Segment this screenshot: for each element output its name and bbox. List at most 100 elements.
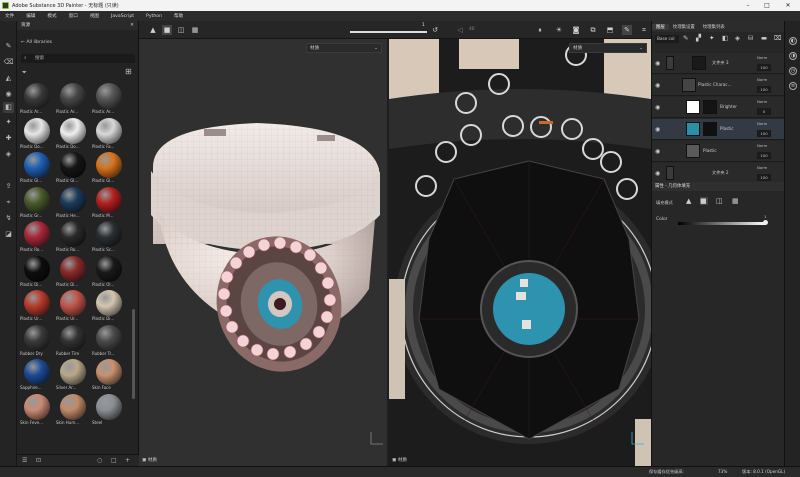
material-thumbnail[interactable]: Plastic Di... (56, 255, 90, 288)
filter-icon[interactable]: ⛁ (748, 34, 753, 42)
minimize-icon[interactable]: – (741, 0, 755, 11)
tab-texture-set-settings[interactable]: 纹理集设置 (669, 24, 699, 30)
menu-javascript[interactable]: JavaScript (111, 14, 134, 19)
clone-icon[interactable]: ✚ (3, 133, 14, 144)
brush-icon[interactable]: ✎ (683, 34, 688, 42)
material-thumbnail[interactable]: Plastic Ur... (56, 290, 90, 322)
layer-row[interactable]: ◉ Brighter Norm 0 (652, 97, 785, 118)
layer-opacity[interactable]: 100 (757, 174, 771, 181)
add-icon[interactable]: + (125, 457, 130, 464)
measure-icon[interactable]: ⌖ (3, 197, 14, 208)
eye-icon[interactable]: ◉ (655, 148, 660, 155)
layer-opacity[interactable]: 100 (757, 152, 771, 159)
path-icon[interactable]: ↯ (3, 213, 14, 224)
material-thumbnail[interactable]: Plastic Gl... (92, 152, 126, 184)
layer-blend[interactable]: Norm (757, 99, 767, 104)
layer-row[interactable]: ◉ 文件夹 2 Norm 100 (652, 163, 785, 184)
reset-icon[interactable]: ↺ (430, 25, 440, 35)
library-selector[interactable]: ← All libraries (21, 40, 52, 45)
eye-icon[interactable]: ◉ (655, 126, 660, 133)
pause-icon[interactable]: ⏸ (535, 25, 545, 35)
material-thumbnail[interactable]: Plastic Do... (20, 117, 54, 150)
material-thumbnail[interactable]: Plastic Gl... (20, 152, 54, 184)
fill-layer-icon[interactable]: ▞ (696, 34, 701, 42)
close-panel-icon[interactable]: ✕ (130, 21, 134, 30)
triangle-fill-icon[interactable]: ▲ (686, 197, 694, 205)
material-thumbnail[interactable]: Plastic Sc... (92, 221, 126, 253)
material-thumbnail[interactable]: Plastic Do... (56, 117, 90, 150)
material-thumbnail[interactable]: Plastic Ar... (92, 83, 126, 115)
eye-icon[interactable]: ◉ (655, 170, 660, 177)
menu-window[interactable]: 窗口 (69, 13, 78, 19)
layer-row[interactable]: ◉ Plastic Norm 100 (652, 141, 785, 162)
channel-select[interactable]: Base col (655, 35, 679, 43)
asset-scrollbar[interactable] (132, 309, 135, 399)
projection-icon[interactable]: ◭ (3, 73, 14, 84)
material-thumbnail[interactable]: Skin Face (92, 359, 126, 391)
display-settings-icon[interactable]: ⧉ (588, 25, 598, 35)
annotation-icon[interactable]: ◪ (3, 229, 14, 240)
grid-view-icon[interactable]: ⊞ (125, 68, 132, 76)
mask-icon[interactable]: ◧ (722, 34, 728, 42)
material-thumbnail[interactable]: Plastic He... (56, 186, 90, 219)
square-icon[interactable]: □ (111, 457, 117, 464)
material-thumbnail[interactable]: Silver Ar... (56, 359, 90, 391)
generator-icon[interactable]: ◈ (735, 34, 740, 42)
polygon-fill-icon[interactable]: ◧ (3, 102, 14, 113)
eraser-icon[interactable]: ⌫ (3, 57, 14, 68)
color-slider[interactable] (678, 222, 766, 225)
polygon-fill-icon[interactable]: ■ (700, 197, 708, 205)
tab-texture-set-list[interactable]: 纹理集列表 (699, 24, 729, 30)
layer-row[interactable]: ◉ Plastic Charac... Norm 100 (652, 75, 785, 96)
paint-mode-icon[interactable]: ✎ (622, 25, 632, 35)
layer-opacity[interactable]: 100 (757, 86, 771, 93)
polygon-mode-icon[interactable]: ■ (162, 25, 172, 35)
material-thumbnail[interactable]: Plastic Ur... (20, 290, 54, 322)
filter-icon[interactable]: ⏷ (22, 69, 27, 77)
delete-icon[interactable]: ⌧ (774, 34, 782, 42)
mesh-fill-icon[interactable]: ◫ (716, 197, 724, 205)
log-icon[interactable]: ≡ (789, 82, 797, 90)
layer-row[interactable]: ◉ 文件夹 3 Norm 100 (652, 53, 785, 74)
symmetry-icon[interactable]: ◁ (455, 25, 465, 35)
material-thumbnail[interactable]: Plastic Di... (92, 290, 126, 322)
list-view-icon[interactable]: ☰ (22, 457, 27, 464)
effects-icon[interactable]: ✦ (709, 34, 714, 42)
menu-file[interactable]: 文件 (5, 13, 14, 19)
layer-row-selected[interactable]: ◉ Plastic Norm 100 (652, 119, 785, 140)
layer-opacity[interactable]: 0 (757, 108, 771, 115)
material-thumbnail[interactable]: Rubber Tr... (92, 324, 126, 357)
layer-blend[interactable]: Norm (757, 121, 767, 126)
render-icon[interactable]: ⬒ (605, 25, 615, 35)
camera-icon[interactable]: ◙ (571, 25, 581, 35)
menu-python[interactable]: Python (146, 14, 162, 19)
layer-blend[interactable]: Norm (757, 55, 767, 60)
color-picker-icon[interactable]: ◈ (3, 149, 14, 160)
color-slider-knob[interactable] (763, 220, 768, 225)
brush-size-slider[interactable] (350, 31, 427, 33)
history-icon[interactable]: ◷ (789, 67, 797, 75)
eye-icon[interactable]: ◉ (655, 60, 660, 67)
triangle-icon[interactable]: ▲ (148, 25, 158, 35)
circle-icon[interactable]: ○ (97, 457, 102, 464)
menu-help[interactable]: 帮助 (174, 13, 183, 19)
smudge-icon[interactable]: ✦ (3, 117, 14, 128)
eye-icon[interactable]: ◉ (655, 82, 660, 89)
viewport-uv[interactable]: 材质 ⌄ ▣ 材质 (389, 39, 651, 466)
asset-search-input[interactable]: ⌕ 搜索 (21, 54, 135, 63)
material-thumbnail[interactable]: Plastic Ar... (20, 83, 54, 115)
material-thumbnail[interactable]: Skin Hum... (56, 393, 90, 426)
material-thumbnail[interactable]: Plastic Ar... (56, 83, 90, 115)
layout-icon[interactable]: ⊡ (36, 457, 41, 464)
layer-opacity[interactable]: 100 (757, 64, 771, 71)
texture-set-icon[interactable]: ◑ (789, 52, 797, 60)
paint-brush-icon[interactable]: ✎ (3, 41, 14, 52)
material-thumbnail[interactable]: Plastic Di... (20, 255, 54, 288)
maximize-icon[interactable]: □ (760, 0, 774, 11)
material-thumbnail[interactable]: Plastic Ol... (92, 255, 126, 288)
menu-edit[interactable]: 编辑 (26, 13, 35, 19)
material-thumbnail[interactable]: Skin Feve... (20, 393, 54, 426)
viewport-3d[interactable]: 材质 ⌄ ▣ 材质 (139, 39, 387, 466)
eye-icon[interactable]: ◉ (655, 104, 660, 111)
tab-layers[interactable]: 图层 (652, 23, 669, 30)
